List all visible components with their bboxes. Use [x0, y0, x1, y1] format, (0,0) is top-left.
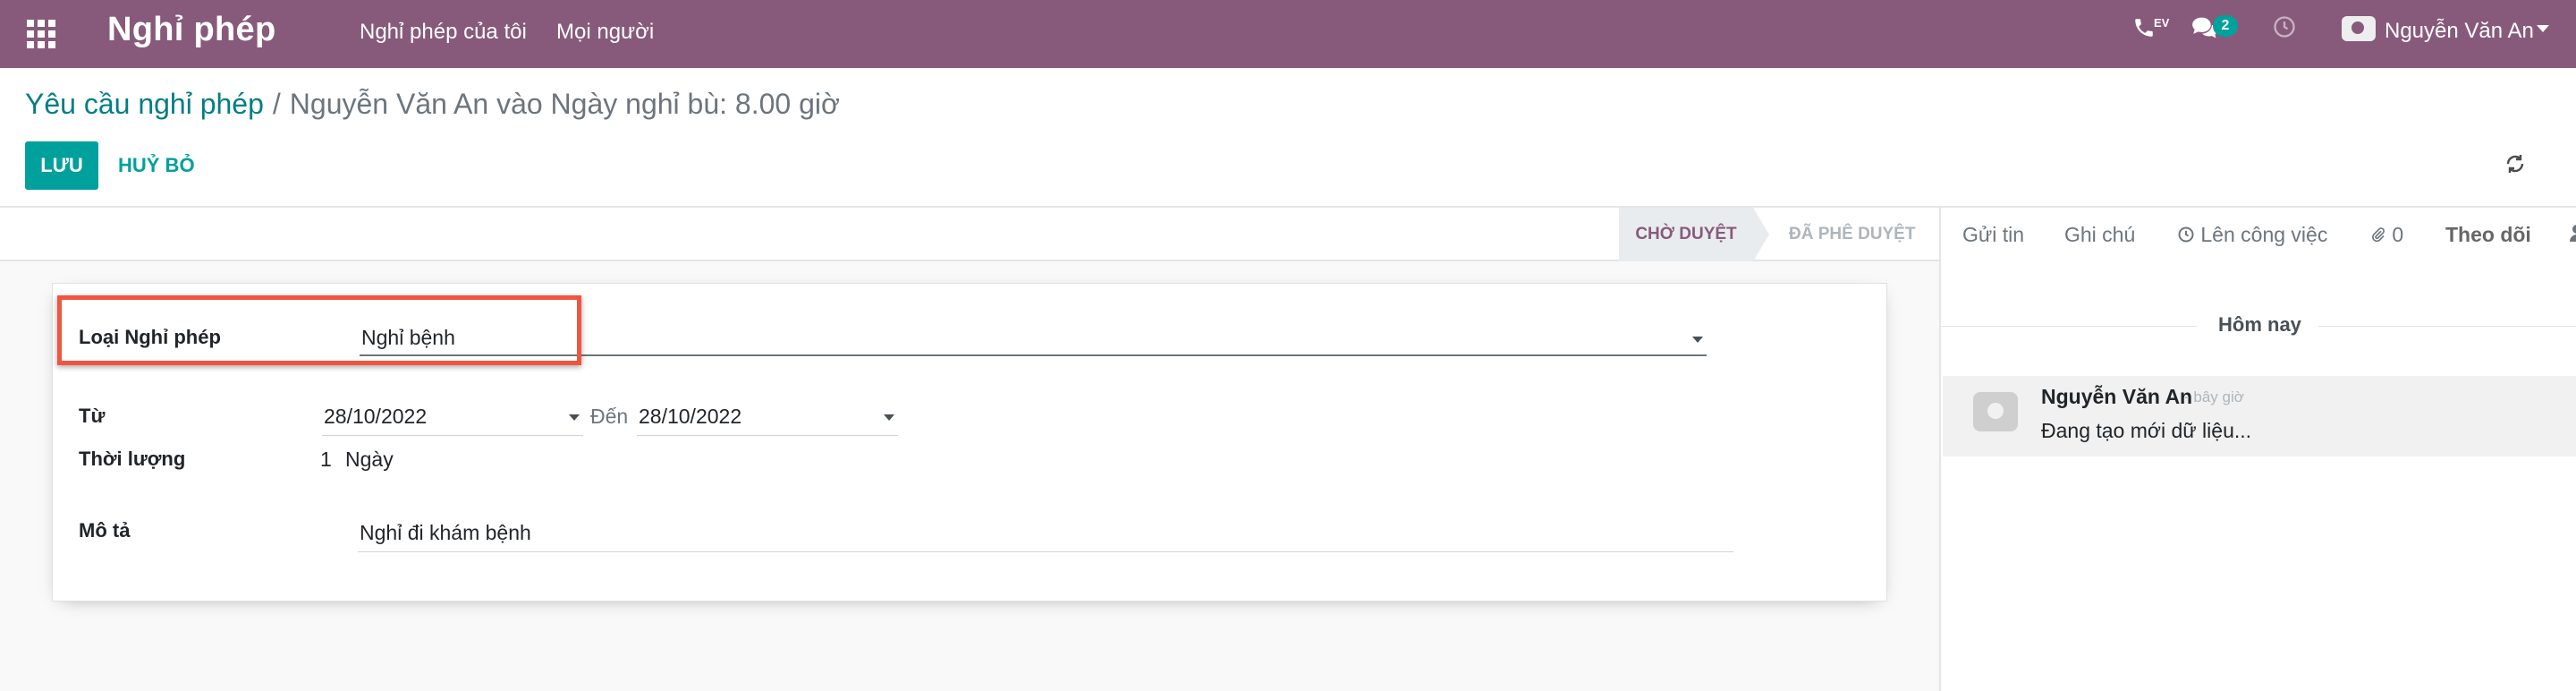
description-input[interactable]: Nghỉ đi khám bệnh: [360, 521, 531, 545]
today-divider-right: [2318, 326, 2576, 327]
status-bar: CHỜ DUYỆT ĐÃ PHÊ DUYỆT: [0, 208, 1939, 261]
attachments-button[interactable]: 0: [2370, 223, 2403, 247]
today-label: Hôm nay: [2218, 313, 2301, 336]
breadcrumb: Yêu cầu nghỉ phép / Nguyễn Văn An vào Ngày…: [25, 88, 840, 121]
menu-my-leaves[interactable]: Nghỉ phép của tôi: [360, 20, 527, 45]
app-title[interactable]: Nghỉ phép: [107, 11, 275, 49]
message-body: Đang tạo mới dữ liệu...: [2041, 419, 2252, 442]
followers-icon[interactable]: [2567, 223, 2576, 248]
date-from-underline: [322, 435, 583, 436]
stage-to-approve[interactable]: CHỜ DUYỆT: [1619, 208, 1753, 261]
duration-value[interactable]: 1: [320, 448, 332, 472]
discard-button[interactable]: HUỶ BỎ: [118, 141, 195, 190]
phone-icon[interactable]: [2132, 14, 2156, 47]
message-avatar[interactable]: [1973, 392, 2018, 431]
follow-button[interactable]: Theo dõi: [2445, 223, 2531, 247]
message-author[interactable]: Nguyễn Văn An: [2041, 385, 2192, 409]
phone-badge: EV: [2154, 16, 2170, 30]
stage-approved[interactable]: ĐÃ PHÊ DUYỆT: [1789, 208, 1915, 261]
breadcrumb-separator: /: [272, 88, 281, 120]
attachments-count: 0: [2392, 223, 2404, 246]
log-note-button[interactable]: Ghi chú: [2064, 223, 2135, 247]
breadcrumb-current: Nguyễn Văn An vào Ngày nghỉ bù: 8.00 giờ: [289, 88, 840, 120]
duration-label: Thời lượng: [79, 448, 186, 470]
today-divider-left: [1941, 326, 2197, 327]
stage-arrow: [1753, 208, 1769, 261]
schedule-activity-button[interactable]: Lên công việc: [2177, 223, 2327, 247]
description-label: Mô tả: [79, 519, 131, 542]
top-navbar: Nghỉ phép Nghỉ phép của tôi Mọi người EV…: [0, 0, 2576, 68]
schedule-activity-label: Lên công việc: [2200, 223, 2328, 246]
clock-icon: [2177, 223, 2200, 246]
leave-type-highlight-box: [57, 295, 581, 365]
breadcrumb-parent-link[interactable]: Yêu cầu nghỉ phép: [25, 88, 264, 120]
date-to-dropdown-icon[interactable]: [884, 414, 894, 421]
chatter-panel: Gửi tin Ghi chú Lên công việc 0 Theo dõi…: [1939, 208, 2576, 691]
to-label: Đến: [590, 405, 629, 428]
description-underline: [358, 551, 1733, 552]
duration-unit: Ngày: [345, 448, 394, 471]
user-menu-caret-icon[interactable]: [2537, 25, 2549, 32]
paperclip-icon: [2370, 223, 2392, 246]
apps-menu-icon[interactable]: [27, 20, 55, 48]
user-avatar[interactable]: [2342, 16, 2376, 41]
message-date: - bây giờ: [2184, 388, 2244, 405]
menu-everyone[interactable]: Mọi người: [556, 20, 654, 45]
messages-count-badge: 2: [2213, 15, 2238, 37]
from-label: Từ: [79, 405, 106, 427]
clock-activity-icon[interactable]: [2272, 14, 2297, 46]
leave-type-dropdown-icon[interactable]: [1692, 337, 1703, 343]
chatter-message: Nguyễn Văn An - bây giờ Đang tạo mới dữ …: [1943, 376, 2576, 456]
date-to-input[interactable]: 28/10/2022: [639, 405, 741, 429]
date-to-underline: [637, 435, 898, 436]
save-button[interactable]: LƯU: [25, 141, 98, 190]
refresh-icon[interactable]: [2504, 152, 2526, 181]
chatter-topbar: Gửi tin Ghi chú Lên công việc 0 Theo dõi: [1941, 208, 2576, 261]
date-from-input[interactable]: 28/10/2022: [324, 405, 427, 429]
user-name[interactable]: Nguyễn Văn An: [2385, 19, 2534, 44]
date-from-dropdown-icon[interactable]: [569, 414, 580, 421]
send-message-button[interactable]: Gửi tin: [1962, 223, 2024, 247]
